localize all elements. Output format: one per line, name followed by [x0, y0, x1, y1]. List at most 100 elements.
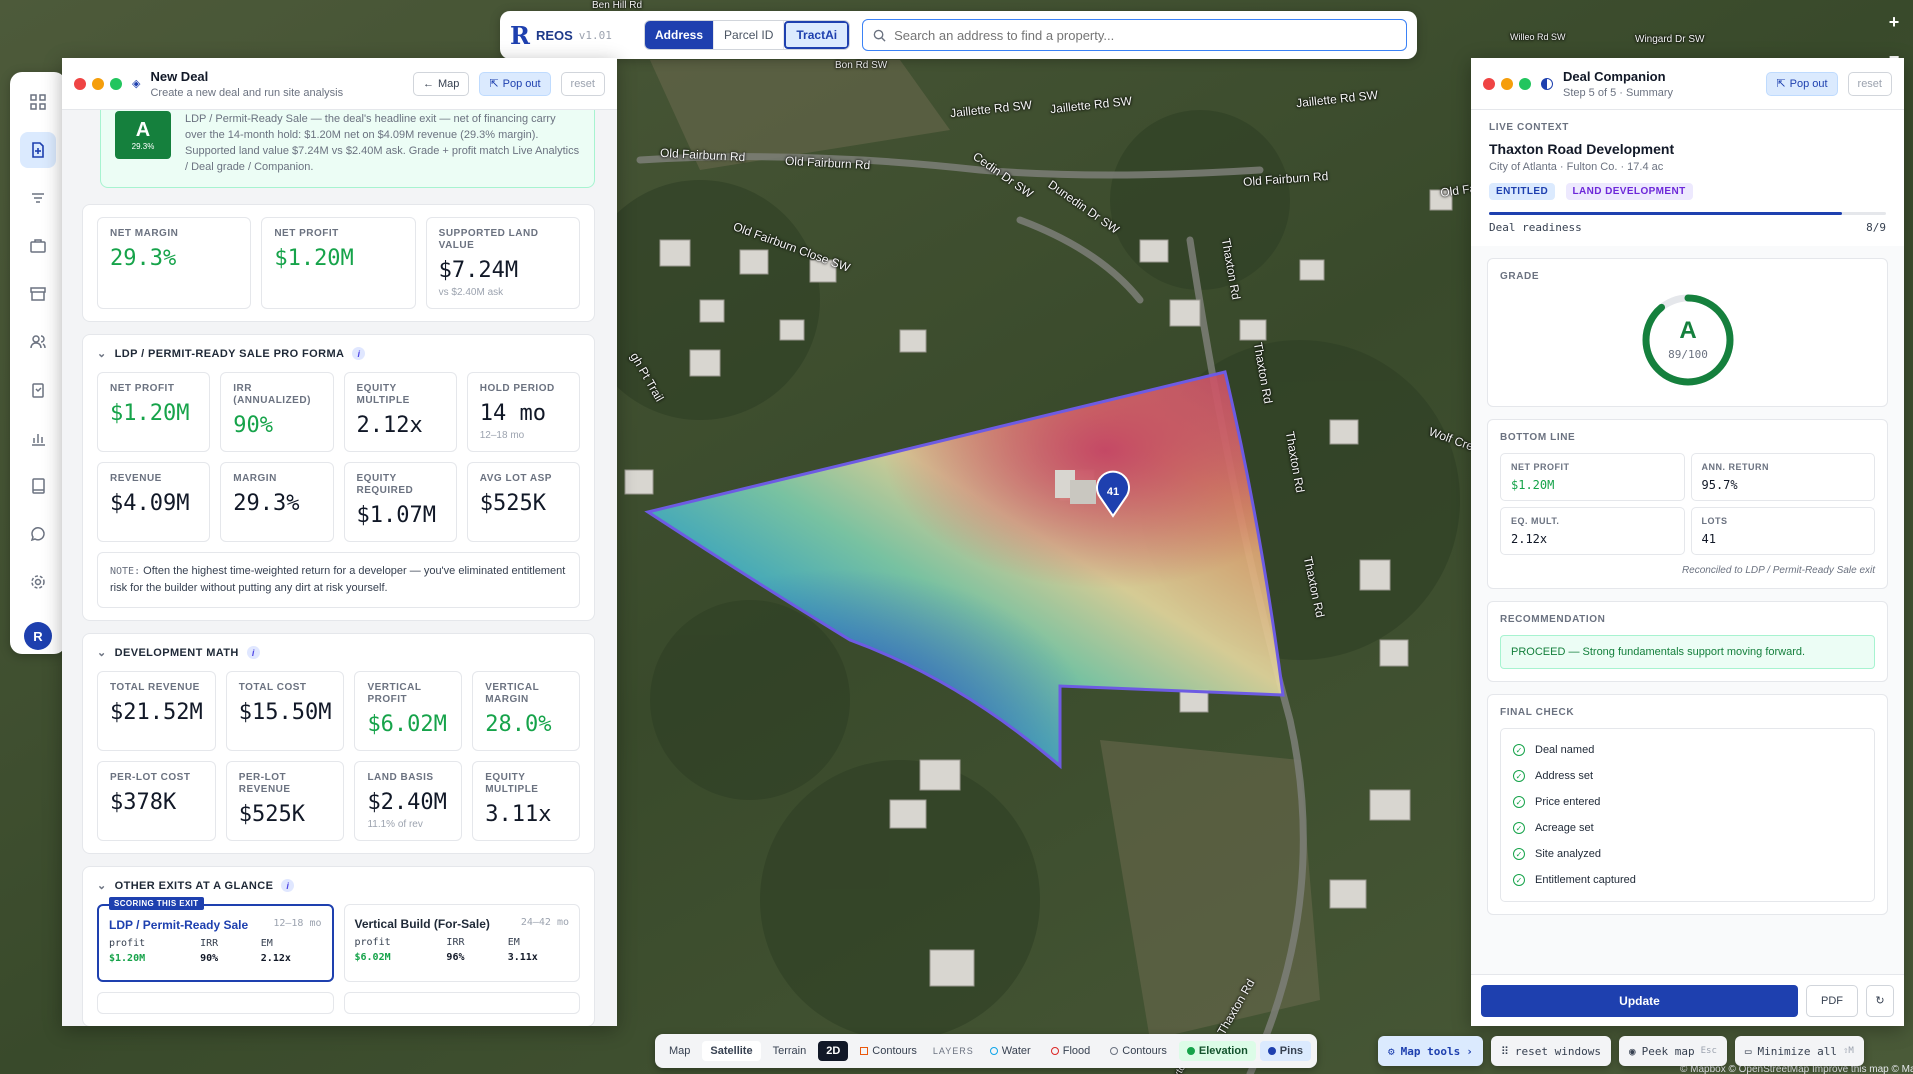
recommendation-text: PROCEED — Strong fundamentals support mo…: [1500, 635, 1875, 669]
search-input[interactable]: [894, 27, 1396, 43]
recommendation-label: RECOMMENDATION: [1500, 614, 1606, 625]
new-deal-scroll[interactable]: A 29.3% LDP / Permit-Ready Sale — the de…: [62, 110, 617, 1026]
bottom-line-label: LOTS: [1701, 516, 1728, 526]
checklist-item-label: Price entered: [1535, 796, 1601, 808]
book-icon[interactable]: [20, 468, 56, 504]
refresh-icon[interactable]: ↻: [1866, 984, 1894, 1017]
peek-map-button[interactable]: ◉ Peek map Esc: [1619, 1036, 1727, 1066]
view-terrain-button[interactable]: Terrain: [765, 1041, 815, 1061]
info-icon[interactable]: i: [281, 879, 295, 892]
close-dot[interactable]: [1483, 77, 1495, 90]
grade-score: 89/100: [1668, 348, 1708, 361]
metric-value: 2.12x: [356, 413, 423, 438]
reset-windows-button[interactable]: ⠿ reset windows: [1490, 1036, 1612, 1066]
exit-irr: 90%: [200, 953, 219, 964]
mode-tractai-button[interactable]: TractAi: [784, 21, 850, 49]
maximize-dot[interactable]: [110, 77, 122, 90]
view-2d-button[interactable]: 2D: [818, 1041, 849, 1061]
chevron-down-icon: ⌄: [97, 348, 107, 360]
metric-tile: NET MARGIN 29.3%: [97, 217, 252, 309]
metric-value: $7.24M: [438, 258, 519, 283]
reset-button[interactable]: reset: [1847, 71, 1892, 96]
bottom-line-label: BOTTOM LINE: [1500, 432, 1576, 443]
map-tools-button[interactable]: ⚙ Map tools ›: [1378, 1036, 1483, 1066]
minimize-all-button[interactable]: ▭ Minimize all ⇧M: [1734, 1036, 1864, 1066]
exit-card-vertical[interactable]: Vertical Build (For-Sale) 24–42 mo profit…: [343, 904, 580, 982]
mode-address-button[interactable]: Address: [645, 21, 715, 49]
new-deal-icon[interactable]: [20, 132, 56, 168]
elevation-label: Elevation: [1198, 1045, 1248, 1057]
reset-button[interactable]: reset: [560, 71, 605, 96]
minimize-dot[interactable]: [92, 77, 104, 90]
grade-explanation: LDP / Permit-Ready Sale — the deal's hea…: [185, 113, 580, 173]
metric-tile: SUPPORTED LAND VALUE $7.24M vs $2.40M as…: [425, 217, 580, 309]
col-irr: IRR: [200, 938, 219, 949]
arrow-left-icon: ←: [422, 77, 434, 90]
metric-sub: 12–18 mo: [479, 430, 525, 441]
users-icon[interactable]: [20, 324, 56, 360]
contours-toggle[interactable]: Contours: [852, 1041, 925, 1061]
user-avatar[interactable]: R: [24, 622, 52, 650]
clipboard-icon[interactable]: [20, 372, 56, 408]
companion-scroll[interactable]: LIVE CONTEXT Thaxton Road Development Ci…: [1471, 110, 1904, 1026]
dashboard-icon[interactable]: [20, 84, 56, 120]
new-deal-header: ◈ New Deal Create a new deal and run sit…: [62, 58, 617, 110]
info-icon[interactable]: i: [246, 646, 260, 659]
bar-chart-icon[interactable]: [20, 420, 56, 456]
deal-companion-panel: Deal Companion Step 5 of 5 · Summary ⇱ Po…: [1471, 58, 1904, 1026]
note-text: Often the highest time-weighted return f…: [110, 565, 566, 594]
checklist: ✓ Deal named ✓ Address set ✓ Price enter…: [1500, 728, 1875, 902]
view-satellite-button[interactable]: Satellite: [702, 1041, 761, 1061]
exit-card-more[interactable]: [97, 992, 334, 1014]
exit-card-more[interactable]: [343, 992, 580, 1014]
view-map-button[interactable]: Map: [661, 1041, 698, 1061]
metric-value: 90%: [233, 413, 273, 438]
metric-label: MARGIN: [233, 473, 277, 484]
minimize-dot[interactable]: [1501, 77, 1513, 90]
elevation-dot-icon: [1186, 1047, 1195, 1055]
checklist-item: ✓ Site analyzed: [1513, 841, 1862, 867]
exits-header[interactable]: ⌄ OTHER EXITS AT A GLANCE i: [97, 879, 580, 892]
layer-flood-toggle[interactable]: Flood: [1043, 1041, 1099, 1061]
mode-parcel-id-button[interactable]: Parcel ID: [714, 21, 785, 49]
metric-label: EQUITY MULTIPLE: [485, 772, 539, 795]
devmath-header[interactable]: ⌄ DEVELOPMENT MATH i: [97, 646, 580, 659]
exit-card-ldp[interactable]: SCORING THIS EXIT LDP / Permit-Ready Sal…: [97, 897, 334, 982]
metric-label: TOTAL COST: [238, 682, 307, 693]
checklist-item: ✓ Acreage set: [1513, 815, 1862, 841]
close-dot[interactable]: [74, 77, 86, 90]
map-road-label: Wingard Dr SW: [1635, 34, 1705, 45]
search-mode-toggle: Address Parcel ID TractAi: [644, 20, 851, 50]
map-button[interactable]: ← Map: [412, 71, 470, 96]
new-deal-panel: ◈ New Deal Create a new deal and run sit…: [62, 58, 617, 1026]
layer-elevation-toggle[interactable]: Elevation: [1178, 1041, 1256, 1061]
pop-out-button[interactable]: ⇱ Pop out: [479, 71, 551, 96]
window-dots: [74, 77, 122, 90]
archive-icon[interactable]: [20, 276, 56, 312]
grade-percent: 29.3%: [131, 142, 155, 151]
checklist-item-label: Entitlement captured: [1535, 874, 1636, 886]
checklist-item-label: Acreage set: [1535, 822, 1594, 834]
layer-contours-toggle[interactable]: Contours: [1102, 1041, 1175, 1061]
briefcase-icon[interactable]: [20, 228, 56, 264]
add-window-button[interactable]: +: [1889, 12, 1900, 33]
metric-label: NET PROFIT: [110, 383, 175, 394]
update-button[interactable]: Update: [1481, 984, 1798, 1017]
chat-icon[interactable]: [20, 516, 56, 552]
layer-pins-toggle[interactable]: Pins: [1259, 1041, 1312, 1061]
flood-dot-icon: [1050, 1047, 1059, 1055]
settings-gear-icon[interactable]: [20, 564, 56, 600]
layer-water-toggle[interactable]: Water: [982, 1041, 1039, 1061]
filter-icon[interactable]: [20, 180, 56, 216]
col-em: EM: [507, 937, 520, 948]
bottom-line-value: 2.12x: [1511, 532, 1548, 546]
minimize-all-label: Minimize all: [1757, 1044, 1837, 1058]
companion-header: Deal Companion Step 5 of 5 · Summary ⇱ Po…: [1471, 58, 1904, 110]
maximize-dot[interactable]: [1519, 77, 1531, 90]
reset-windows-label: reset windows: [1514, 1044, 1602, 1058]
pop-out-button[interactable]: ⇱ Pop out: [1766, 71, 1838, 96]
proforma-header[interactable]: ⌄ LDP / PERMIT-READY SALE PRO FORMA i: [97, 347, 580, 360]
minimize-key: ⇧M: [1843, 1046, 1854, 1056]
pdf-button[interactable]: PDF: [1806, 984, 1858, 1017]
info-icon[interactable]: i: [352, 347, 366, 360]
